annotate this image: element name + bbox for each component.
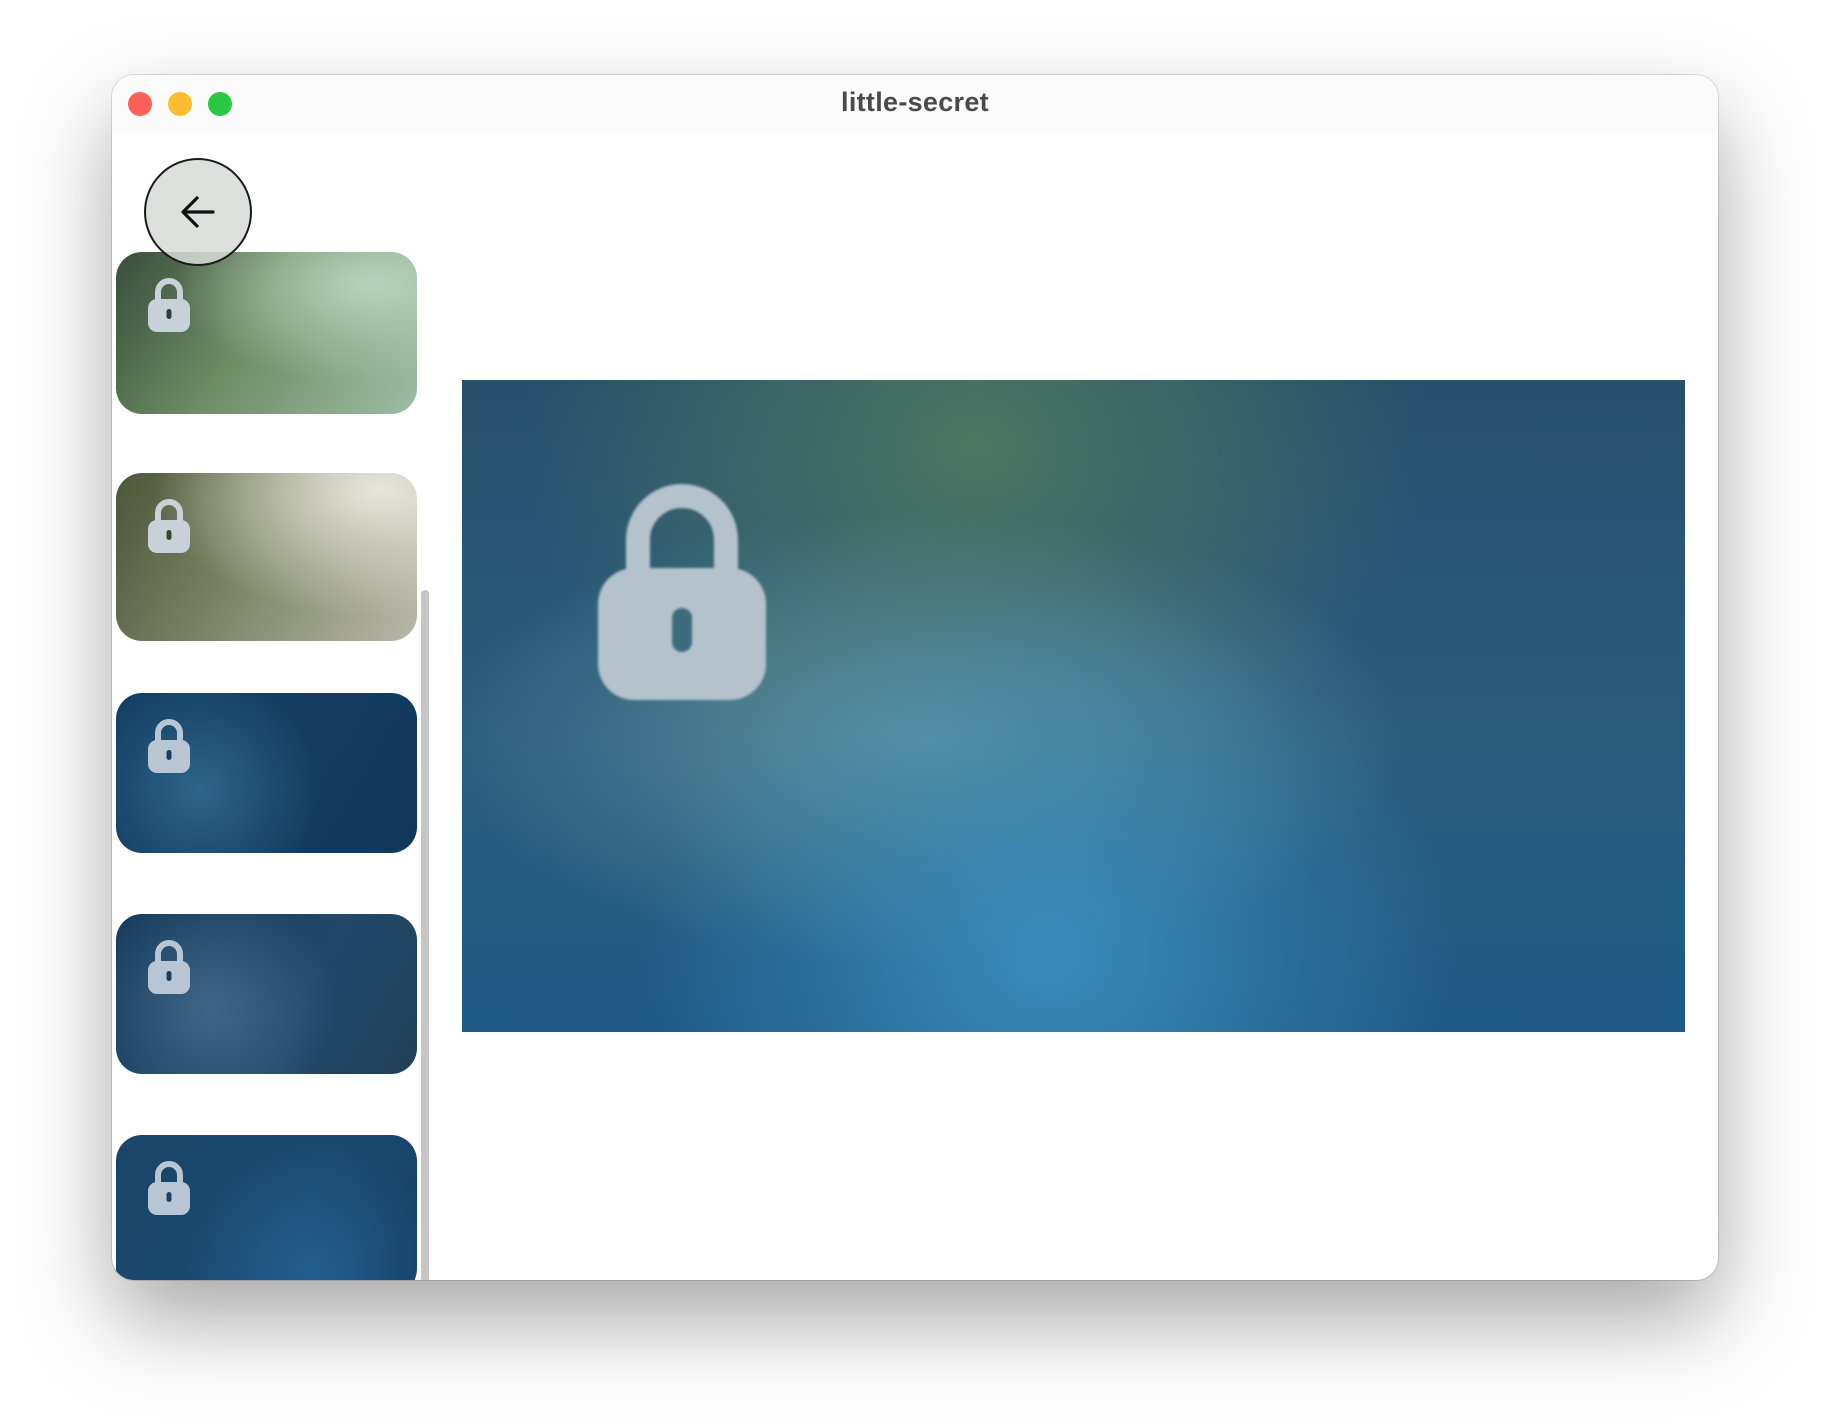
lock-icon	[148, 278, 190, 332]
secret-card-4[interactable]	[116, 914, 417, 1074]
lock-icon	[148, 1161, 190, 1215]
lock-icon	[148, 940, 190, 994]
secret-card-5[interactable]	[116, 1135, 417, 1280]
secret-card-1[interactable]	[116, 252, 417, 414]
secret-card-2[interactable]	[116, 473, 417, 641]
back-button[interactable]	[144, 158, 252, 266]
title-bar: little-secret	[112, 75, 1718, 133]
secret-card-3[interactable]	[116, 693, 417, 853]
arrow-left-icon	[181, 196, 215, 228]
lock-icon	[148, 499, 190, 553]
lock-icon	[598, 484, 766, 700]
window-title: little-secret	[841, 87, 989, 117]
secrets-sidebar	[112, 133, 432, 1280]
app-window: little-secret	[112, 75, 1718, 1280]
lock-icon	[148, 719, 190, 773]
sidebar-scrollbar[interactable]	[421, 590, 429, 1280]
secret-preview	[462, 380, 1685, 1032]
